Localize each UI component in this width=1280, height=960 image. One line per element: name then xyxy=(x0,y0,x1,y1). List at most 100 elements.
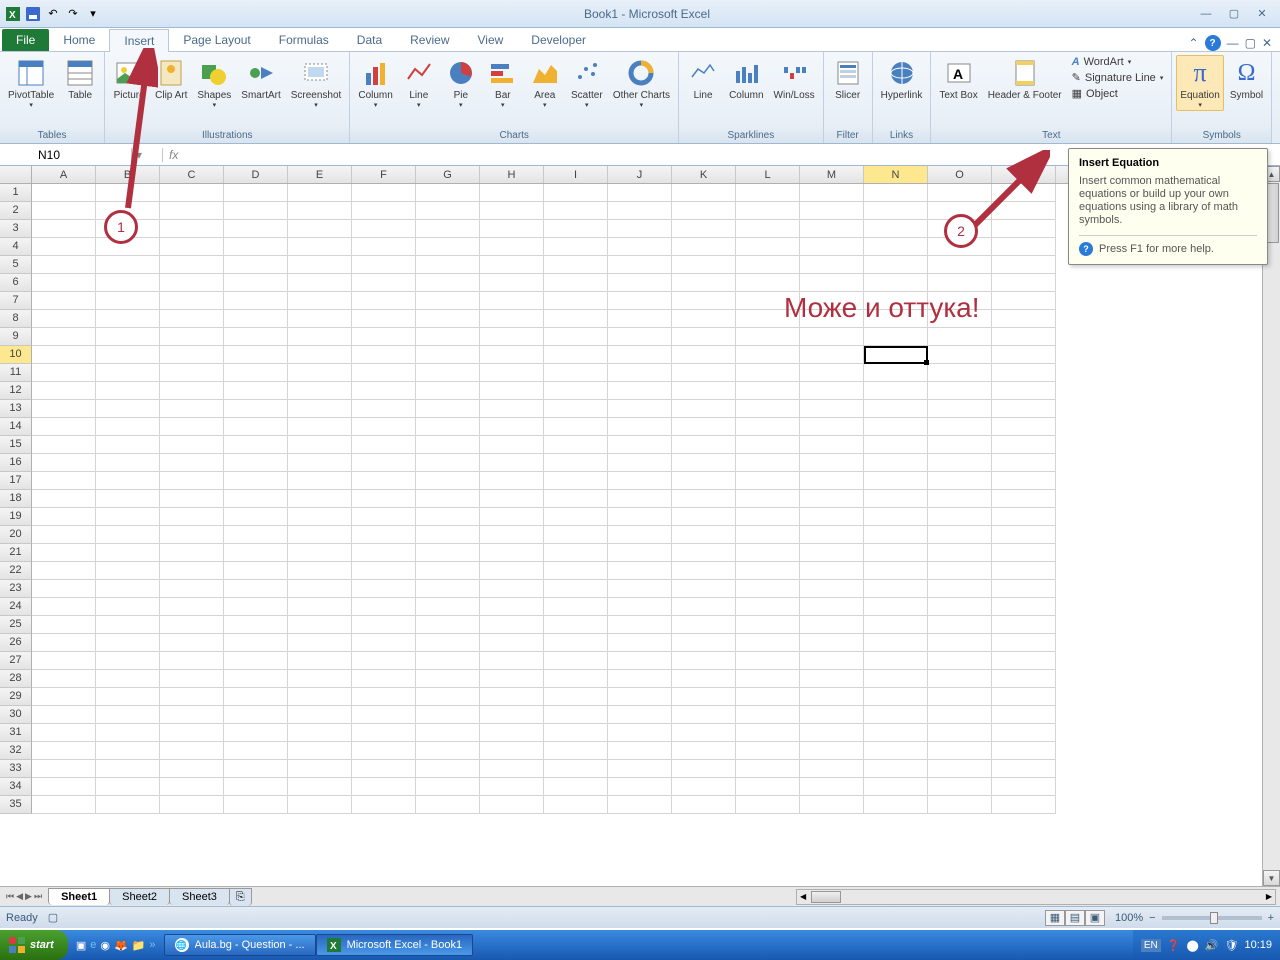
cell[interactable] xyxy=(32,364,96,382)
sparkline-winloss-button[interactable]: Win/Loss xyxy=(770,55,819,103)
hyperlink-button[interactable]: Hyperlink xyxy=(877,55,927,103)
column-header[interactable]: K xyxy=(672,166,736,183)
cell[interactable] xyxy=(864,670,928,688)
cell[interactable] xyxy=(288,526,352,544)
cell[interactable] xyxy=(32,634,96,652)
cell[interactable] xyxy=(352,436,416,454)
cell[interactable] xyxy=(736,382,800,400)
cell[interactable] xyxy=(736,562,800,580)
cell[interactable] xyxy=(800,580,864,598)
cell[interactable] xyxy=(672,382,736,400)
cell[interactable] xyxy=(160,310,224,328)
cell[interactable] xyxy=(544,652,608,670)
cell[interactable] xyxy=(160,490,224,508)
cell[interactable] xyxy=(864,436,928,454)
cell[interactable] xyxy=(544,742,608,760)
cell[interactable] xyxy=(288,292,352,310)
cell[interactable] xyxy=(608,706,672,724)
cell[interactable] xyxy=(800,724,864,742)
cell[interactable] xyxy=(992,760,1056,778)
cell[interactable] xyxy=(352,202,416,220)
cell[interactable] xyxy=(992,382,1056,400)
cell[interactable] xyxy=(800,382,864,400)
tab-file[interactable]: File xyxy=(2,29,49,51)
cell[interactable] xyxy=(32,616,96,634)
cell[interactable] xyxy=(480,382,544,400)
cell[interactable] xyxy=(736,184,800,202)
cell[interactable] xyxy=(736,598,800,616)
cell[interactable] xyxy=(416,436,480,454)
cell[interactable] xyxy=(96,742,160,760)
cell[interactable] xyxy=(160,292,224,310)
cell[interactable] xyxy=(224,382,288,400)
cell[interactable] xyxy=(672,184,736,202)
cell[interactable] xyxy=(864,598,928,616)
cell[interactable] xyxy=(928,256,992,274)
cell[interactable] xyxy=(864,382,928,400)
cell[interactable] xyxy=(992,346,1056,364)
cell[interactable] xyxy=(608,742,672,760)
cell[interactable] xyxy=(96,652,160,670)
cell[interactable] xyxy=(352,256,416,274)
cell[interactable] xyxy=(928,706,992,724)
cell[interactable] xyxy=(992,364,1056,382)
cell[interactable] xyxy=(928,724,992,742)
line-chart-button[interactable]: Line▾ xyxy=(399,55,439,111)
row-header[interactable]: 35 xyxy=(0,796,32,814)
cell[interactable] xyxy=(32,184,96,202)
cell[interactable] xyxy=(800,256,864,274)
cell[interactable] xyxy=(608,292,672,310)
cell[interactable] xyxy=(480,580,544,598)
cell[interactable] xyxy=(736,652,800,670)
cell[interactable] xyxy=(352,724,416,742)
cell[interactable] xyxy=(928,742,992,760)
cell[interactable] xyxy=(992,778,1056,796)
cell[interactable] xyxy=(608,724,672,742)
cell[interactable] xyxy=(928,346,992,364)
cell[interactable] xyxy=(480,472,544,490)
cell[interactable] xyxy=(416,454,480,472)
cell[interactable] xyxy=(288,652,352,670)
redo-icon[interactable]: ↷ xyxy=(64,5,82,23)
scroll-down-icon[interactable]: ▼ xyxy=(1263,870,1280,886)
cell[interactable] xyxy=(416,472,480,490)
cell[interactable] xyxy=(416,652,480,670)
cell[interactable] xyxy=(736,580,800,598)
cell[interactable] xyxy=(160,634,224,652)
cell[interactable] xyxy=(96,778,160,796)
cell[interactable] xyxy=(288,454,352,472)
cell[interactable] xyxy=(672,202,736,220)
cell[interactable] xyxy=(736,706,800,724)
cell[interactable] xyxy=(480,256,544,274)
cell[interactable] xyxy=(288,184,352,202)
cell[interactable] xyxy=(928,688,992,706)
cell[interactable] xyxy=(672,796,736,814)
cell[interactable] xyxy=(32,544,96,562)
cell[interactable] xyxy=(416,328,480,346)
cell[interactable] xyxy=(352,706,416,724)
cell[interactable] xyxy=(352,454,416,472)
row-header[interactable]: 29 xyxy=(0,688,32,706)
cell[interactable] xyxy=(416,724,480,742)
cell[interactable] xyxy=(800,418,864,436)
cell[interactable] xyxy=(608,310,672,328)
cell[interactable] xyxy=(608,346,672,364)
cell[interactable] xyxy=(32,652,96,670)
row-header[interactable]: 2 xyxy=(0,202,32,220)
cell[interactable] xyxy=(736,400,800,418)
cell[interactable] xyxy=(544,688,608,706)
cell[interactable] xyxy=(608,580,672,598)
cell[interactable] xyxy=(544,544,608,562)
cell[interactable] xyxy=(96,616,160,634)
cell[interactable] xyxy=(416,490,480,508)
cell[interactable] xyxy=(288,796,352,814)
cell[interactable] xyxy=(992,742,1056,760)
cell[interactable] xyxy=(864,454,928,472)
cell[interactable] xyxy=(480,508,544,526)
cell[interactable] xyxy=(352,760,416,778)
cell[interactable] xyxy=(416,256,480,274)
cell[interactable] xyxy=(672,778,736,796)
cell[interactable] xyxy=(736,544,800,562)
cell[interactable] xyxy=(288,670,352,688)
cell[interactable] xyxy=(672,472,736,490)
